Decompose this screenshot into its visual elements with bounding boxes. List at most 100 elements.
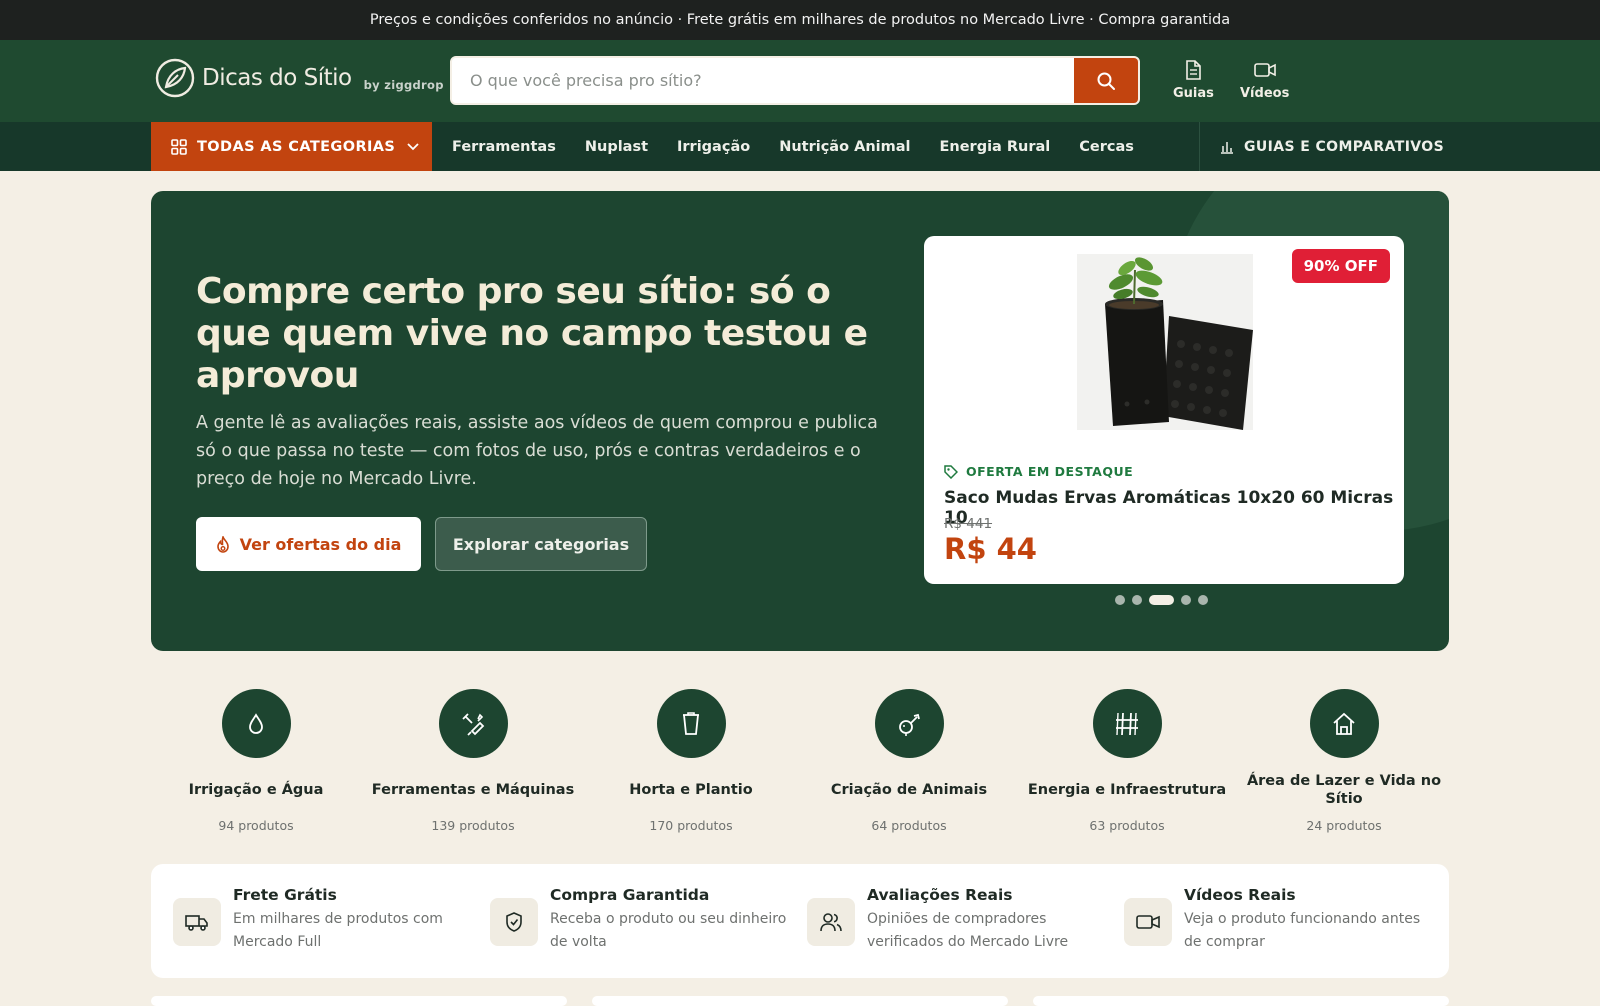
feature-description: Em milhares de produtos com Mercado Full [233,911,443,950]
flame-icon [216,535,229,553]
search-bar [450,56,1140,105]
category-name: Horta e Plantio [629,782,753,798]
nav-item-energia-rural[interactable]: Energia Rural [939,139,1050,155]
logo-text: Dicas do Sítio [202,65,352,91]
category-ferramentas-maquinas[interactable]: Ferramentas e Máquinas 139 produtos [364,689,582,833]
category-count: 139 produtos [431,818,515,833]
category-name: Irrigação e Água [188,782,324,798]
carousel-dot[interactable] [1115,595,1125,605]
deals-of-day-button[interactable]: Ver ofertas do dia [196,517,421,571]
content-card-peek [151,996,567,1006]
content-card-peek [1033,996,1449,1006]
category-nav: TODAS AS CATEGORIAS Ferramentas Nuplast … [0,122,1600,171]
nav-item-cercas[interactable]: Cercas [1079,139,1134,155]
animal-icon [874,689,944,758]
feature-title: Compra Garantida [550,886,710,904]
carousel-dot[interactable] [1132,595,1142,605]
category-area-lazer[interactable]: Área de Lazer e Vida no Sítio 24 produto… [1235,689,1453,833]
announcement-text: Preços e condições conferidos no anúncio… [369,12,1231,28]
chevron-down-icon [407,142,419,150]
header-link-label: Guias [1173,86,1214,101]
site-header: Dicas do Sítio by ziggdrop Guias Vídeos [0,40,1600,122]
all-categories-button[interactable]: TODAS AS CATEGORIAS [151,122,432,171]
feature-description: Opiniões de compradores verificados do M… [867,911,1069,950]
category-name: Energia e Infraestrutura [1027,782,1227,798]
pot-icon [656,689,726,758]
header-link-videos[interactable]: Vídeos [1240,60,1289,101]
nav-links: Ferramentas Nuplast Irrigação Nutrição A… [452,122,1163,171]
feature-title: Vídeos Reais [1184,886,1296,904]
logo-byline: by ziggdrop [363,78,444,92]
grid-menu-icon [171,138,187,155]
category-count: 170 produtos [649,818,733,833]
explore-categories-button[interactable]: Explorar categorias [435,517,647,571]
featured-offer-card[interactable]: 90% OFF OFERTA EM DESTAQUE Saco Mudas Er… [924,236,1404,584]
category-count: 94 produtos [218,818,294,833]
video-icon [1253,63,1276,77]
category-irrigacao-agua[interactable]: Irrigação e Água 94 produtos [147,689,365,833]
category-count: 24 produtos [1306,818,1382,833]
search-button[interactable] [1074,58,1138,103]
old-price: R$ 441 [944,516,993,532]
carousel-dot[interactable] [1198,595,1208,605]
featured-offer-tag: OFERTA EM DESTAQUE [944,464,1133,479]
feature-compra-garantida: Compra Garantida Receba o produto ou seu… [490,886,790,954]
feature-description: Veja o produto funcionando antes de comp… [1184,911,1421,950]
shield-icon [490,898,538,946]
truck-icon [173,898,221,946]
water-drop-icon [221,689,291,758]
users-icon [807,898,855,946]
guides-compare-label: GUIAS E COMPARATIVOS [1244,138,1445,155]
features-bar: Frete Grátis Em milhares de produtos com… [151,864,1449,978]
nav-item-ferramentas[interactable]: Ferramentas [452,139,556,155]
nav-item-nutricao-animal[interactable]: Nutrição Animal [779,139,910,155]
deals-button-label: Ver ofertas do dia [239,534,402,554]
grid-icon [1092,689,1162,758]
content-card-peek [592,996,1008,1006]
category-name: Criação de Animais [830,782,988,798]
product-name: Saco Mudas Ervas Aromáticas 10x20 60 Mic… [944,488,1394,528]
category-count: 64 produtos [871,818,947,833]
home-icon [1309,689,1379,758]
seedling-bag-illustration [1077,254,1253,430]
explore-button-label: Explorar categorias [452,534,630,554]
hero-title: Compre certo pro seu sítio: só o que que… [196,271,868,396]
discount-badge: 90% OFF [1291,249,1390,283]
category-criacao-animais[interactable]: Criação de Animais 64 produtos [800,689,1018,833]
hero-banner: Compre certo pro seu sítio: só o que que… [151,191,1449,651]
all-categories-label: TODAS AS CATEGORIAS [197,138,396,155]
offer-tag-label: OFERTA EM DESTAQUE [966,464,1134,479]
carousel-dots [1115,595,1215,605]
header-link-guias[interactable]: Guias [1173,60,1214,101]
category-name: Área de Lazer e Vida no Sítio [1246,773,1442,807]
announcement-bar: Preços e condições conferidos no anúncio… [0,0,1600,40]
tag-icon [944,464,958,479]
document-icon [1186,60,1202,80]
search-input[interactable] [452,58,1074,103]
site-logo[interactable]: Dicas do Sítio by ziggdrop [154,57,444,99]
product-image [1077,254,1253,430]
guides-compare-link[interactable]: GUIAS E COMPARATIVOS [1199,122,1444,171]
hammer-icon [438,689,508,758]
category-energia-infraestrutura[interactable]: Energia e Infraestrutura 63 produtos [1018,689,1236,833]
carousel-dot[interactable] [1181,595,1191,605]
hero-subtitle: A gente lê as avaliações reais, assiste … [196,413,878,489]
carousel-dot-active[interactable] [1149,595,1174,605]
nav-item-irrigacao[interactable]: Irrigação [677,139,750,155]
category-count: 63 produtos [1089,818,1165,833]
video-icon [1124,898,1172,946]
bar-chart-icon [1221,141,1233,154]
feature-frete-gratis: Frete Grátis Em milhares de produtos com… [173,886,473,954]
header-link-label: Vídeos [1240,86,1290,101]
category-horta-plantio[interactable]: Horta e Plantio 170 produtos [582,689,800,833]
leaf-logo-icon [155,58,195,98]
search-icon [1097,72,1115,90]
current-price: R$ 44 [944,532,1037,566]
category-name: Ferramentas e Máquinas [371,782,575,798]
nav-item-nuplast[interactable]: Nuplast [585,139,648,155]
feature-videos-reais: Vídeos Reais Veja o produto funcionando … [1124,886,1424,954]
feature-avaliacoes-reais: Avaliações Reais Opiniões de compradores… [807,886,1107,954]
feature-title: Avaliações Reais [867,886,1013,904]
feature-description: Receba o produto ou seu dinheiro de volt… [550,911,787,950]
feature-title: Frete Grátis [233,886,337,904]
